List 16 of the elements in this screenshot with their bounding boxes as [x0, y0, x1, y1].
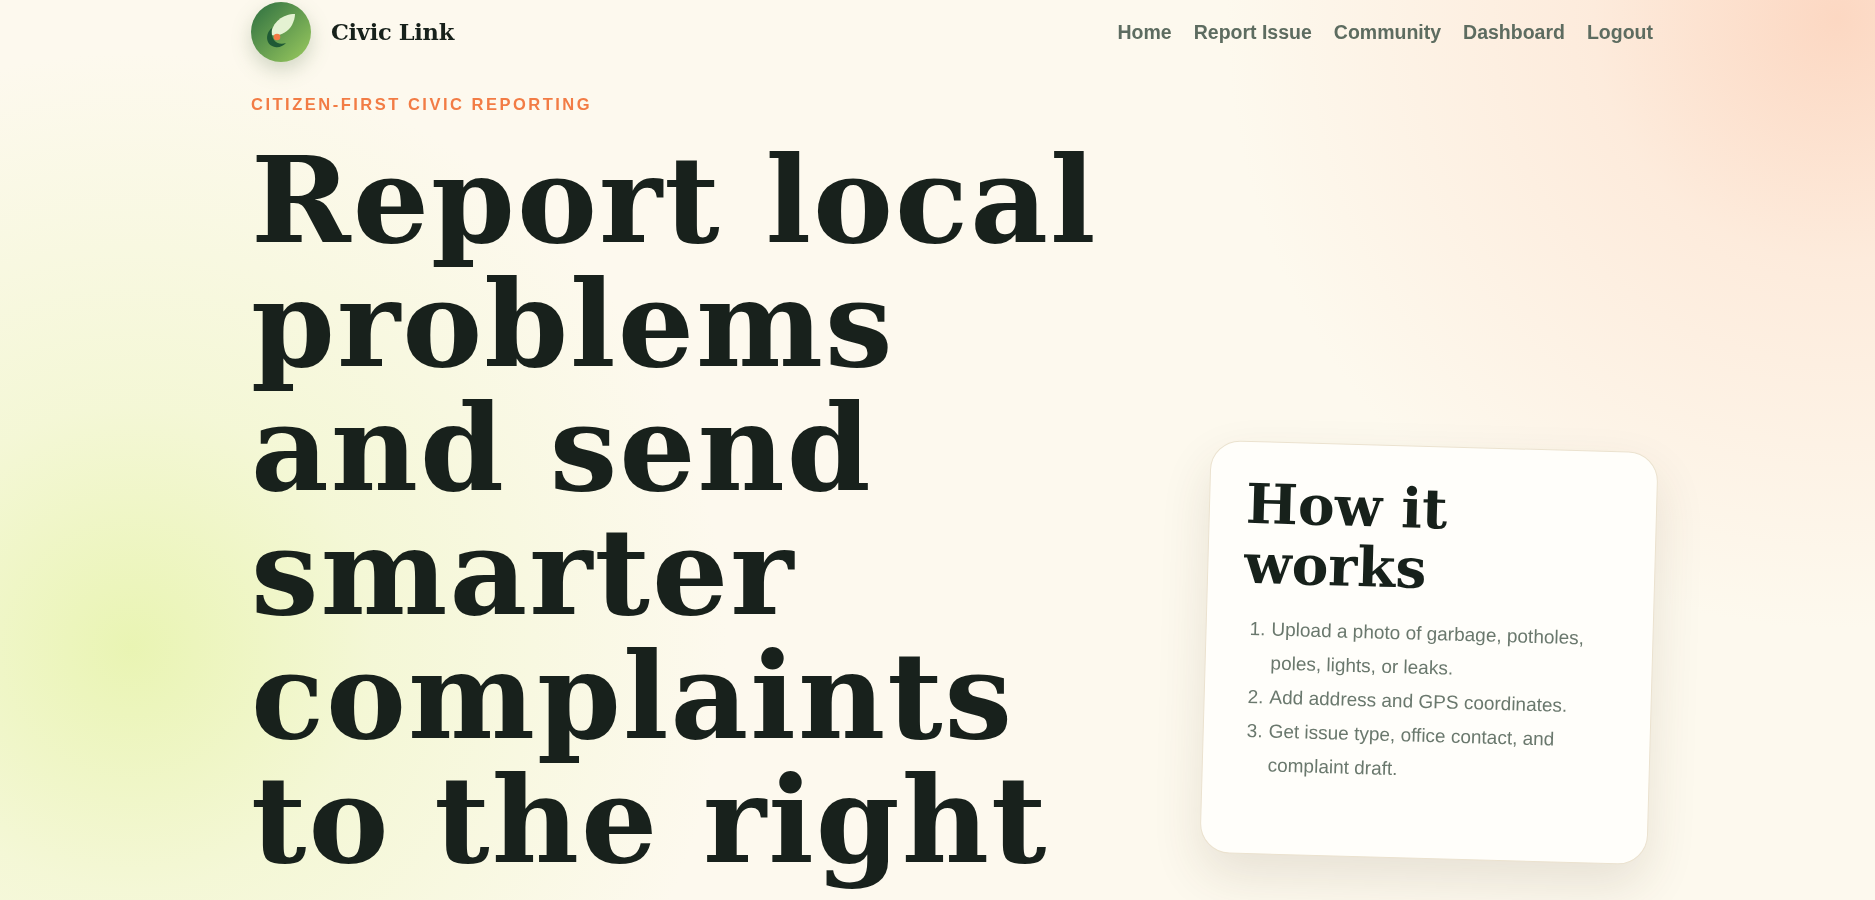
nav-link[interactable]: Logout: [1586, 20, 1653, 44]
eyebrow-text: CITIZEN-FIRST CIVIC REPORTING: [251, 94, 593, 114]
step-number: 1.: [1248, 617, 1266, 642]
step-text: Add address and GPS coordinates.: [1269, 685, 1569, 718]
nav-link[interactable]: Community: [1333, 20, 1442, 44]
step-text: Get issue type, office contact, and complaint draft.: [1267, 719, 1556, 782]
nav-link[interactable]: Home: [1117, 20, 1172, 44]
leaf-logo-icon: [251, 2, 311, 62]
brand-name: Civic Link: [331, 19, 454, 45]
step-text: Upload a photo of garbage, potholes, poles, lights, or leaks.: [1270, 617, 1586, 681]
step-number: 3.: [1245, 718, 1264, 744]
card-title: How it works: [1243, 473, 1450, 603]
nav-link[interactable]: Dashboard: [1463, 20, 1565, 44]
step-number: 2.: [1247, 684, 1264, 710]
hero-title: Report local problems and send smarter complaints to the right: [251, 134, 1099, 892]
nav-link[interactable]: Report Issue: [1193, 20, 1312, 44]
